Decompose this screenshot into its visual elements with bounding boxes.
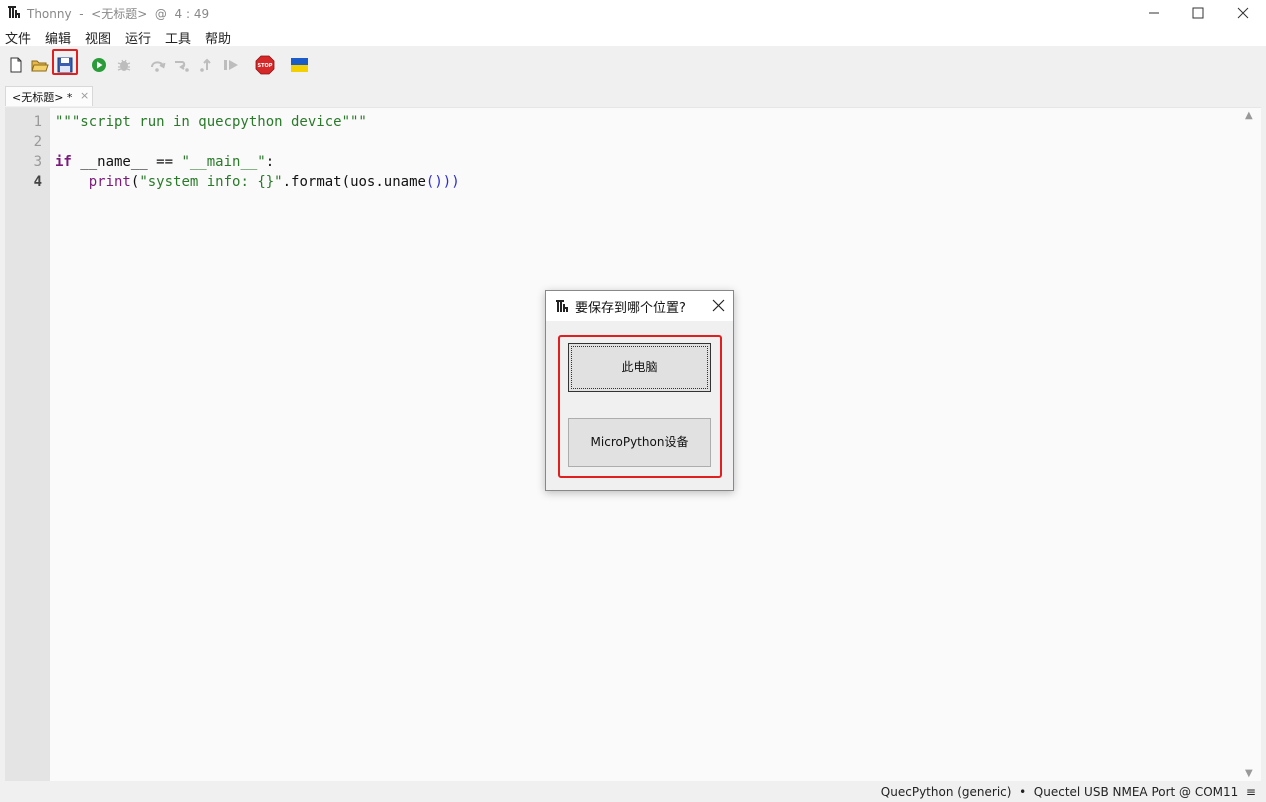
- status-bar: QuecPython (generic) • Quectel USB NMEA …: [0, 781, 1266, 802]
- menu-bar: 文件 编辑 视图 运行 工具 帮助: [0, 26, 1266, 47]
- window-title: Thonny - <无标题> @ 4 : 49: [27, 7, 210, 21]
- keyword: if: [55, 154, 72, 170]
- resume-icon: [224, 60, 238, 70]
- editor-tab-bar: <无标题> * ×: [0, 86, 1266, 107]
- close-window-button[interactable]: [1220, 0, 1266, 26]
- string-literal: "system info: {}": [139, 174, 283, 190]
- maximize-icon: [1192, 7, 1204, 19]
- maximize-button[interactable]: [1175, 0, 1221, 26]
- minimize-icon: [1149, 12, 1159, 14]
- menu-file[interactable]: 文件: [5, 28, 31, 47]
- code-text: :: [265, 154, 275, 170]
- code-text: uos.uname: [350, 174, 426, 190]
- code-text: __name__ ==: [71, 154, 182, 170]
- debug-icon: [117, 59, 131, 71]
- code-line-1: """script run in quecpython device""": [55, 114, 367, 130]
- code-text: .format: [282, 174, 342, 190]
- run-icon: [92, 58, 106, 72]
- thonny-logo-icon: [8, 6, 20, 18]
- resume-button[interactable]: [221, 55, 241, 75]
- paren: ): [442, 174, 452, 190]
- open-file-icon: [31, 60, 49, 72]
- line-number: 1: [33, 114, 42, 130]
- menu-help[interactable]: 帮助: [205, 28, 231, 47]
- line-number: 2: [33, 134, 42, 150]
- open-file-button[interactable]: [30, 55, 50, 75]
- builtin-function: print: [88, 174, 131, 190]
- stop-button[interactable]: STOP: [255, 55, 275, 75]
- docstring: """script run in quecpython device""": [55, 114, 367, 130]
- thonny-logo-icon: [556, 300, 568, 312]
- step-over-icon: [151, 61, 166, 72]
- close-icon: [1237, 7, 1249, 19]
- dialog-title-bar: 要保存到哪个位置?: [546, 291, 733, 321]
- line-number-gutter: 1 2 3 4: [5, 108, 50, 782]
- menu-view[interactable]: 视图: [85, 28, 111, 47]
- tab-untitled[interactable]: <无标题> * ×: [5, 86, 93, 106]
- menu-tools[interactable]: 工具: [165, 28, 191, 47]
- toolbar: STOP: [0, 46, 1266, 86]
- step-over-button[interactable]: [148, 55, 168, 75]
- stop-icon: STOP: [255, 55, 275, 75]
- options-highlight: [558, 335, 722, 478]
- step-into-button[interactable]: [172, 55, 192, 75]
- tab-label: <无标题> *: [12, 91, 73, 104]
- svg-text:STOP: STOP: [258, 63, 273, 69]
- debug-button[interactable]: [114, 55, 134, 75]
- line-number-current: 4: [33, 174, 42, 190]
- line-number: 3: [33, 154, 42, 170]
- step-into-icon: [175, 61, 189, 72]
- close-icon[interactable]: [712, 299, 725, 312]
- paren: (): [425, 174, 443, 190]
- tab-close-icon[interactable]: ×: [80, 89, 89, 102]
- menu-edit[interactable]: 编辑: [45, 28, 71, 47]
- save-location-dialog: 要保存到哪个位置? 此电脑 MicroPython设备: [545, 290, 734, 491]
- title-bar: Thonny - <无标题> @ 4 : 49: [0, 0, 1266, 26]
- step-out-button[interactable]: [197, 55, 217, 75]
- scroll-down-icon[interactable]: ▼: [1245, 768, 1253, 779]
- save-button-highlight: [52, 49, 78, 75]
- code-line-3: if __name__ == "__main__":: [55, 154, 274, 170]
- new-file-icon: [10, 57, 22, 73]
- ukraine-flag-button[interactable]: [290, 55, 310, 75]
- paren: (: [341, 174, 351, 190]
- step-out-icon: [200, 58, 211, 72]
- paren: ): [451, 174, 460, 190]
- ukraine-flag-icon: [291, 58, 308, 72]
- minimize-button[interactable]: [1131, 0, 1177, 26]
- run-button[interactable]: [89, 55, 109, 75]
- scroll-up-icon[interactable]: ▲: [1245, 110, 1253, 121]
- string-literal: "__main__": [181, 154, 266, 170]
- dialog-title: 要保存到哪个位置?: [575, 301, 686, 316]
- new-file-button[interactable]: [6, 55, 26, 75]
- interpreter-status[interactable]: QuecPython (generic) • Quectel USB NMEA …: [881, 785, 1256, 799]
- menu-run[interactable]: 运行: [125, 28, 151, 47]
- code-line-4: print("system info: {}".format(uos.uname…: [55, 174, 460, 190]
